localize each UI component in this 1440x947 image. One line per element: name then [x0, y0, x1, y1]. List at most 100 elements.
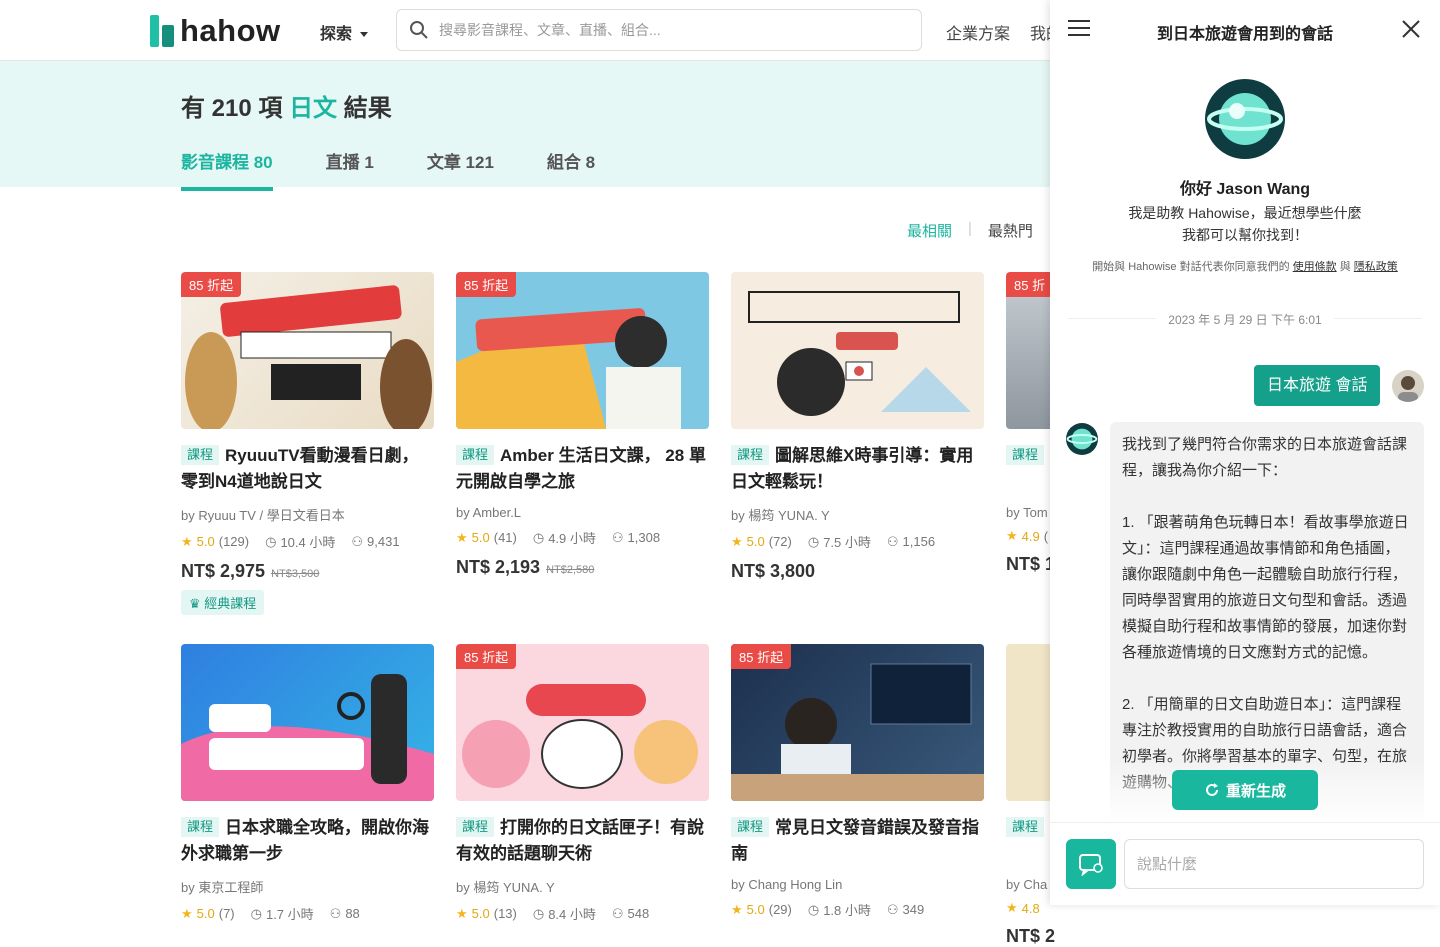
regenerate-button[interactable]: 重新生成 [1172, 770, 1318, 810]
course-rating: 5.0 [196, 906, 215, 921]
course-card[interactable]: 85 折起 課程 RyuuuTV看動漫看日劇，零到N4道地說日文 by Ryuuu… [181, 272, 434, 615]
classic-label: 經典課程 [204, 596, 257, 611]
price-original: NT$3,500 [271, 568, 320, 580]
course-thumbnail[interactable]: 85 折起 [456, 644, 709, 801]
star-icon: ★ [1006, 528, 1018, 543]
course-thumbnail[interactable] [181, 644, 434, 801]
terms-prefix: 開始與 Hahowise 對話代表你同意我們的 [1092, 261, 1290, 273]
course-rating: 5.0 [471, 530, 490, 545]
star-icon: ★ [181, 533, 193, 549]
course-title[interactable]: 課程 圖解思維X時事引導：實用日文輕鬆玩！ [731, 443, 984, 495]
course-students: 1,308 [627, 530, 661, 545]
course-title[interactable]: 課程 Amber 生活日文課， 28 單元開啟自學之旅 [456, 443, 709, 495]
course-hours: 8.4 小時 [548, 907, 596, 922]
classic-badge: ♛ 經典課程 [181, 590, 265, 615]
course-title[interactable]: 課程 打開你的日文話匣子！有說有效的話題聊天術 [456, 815, 709, 867]
discount-badge: 85 折 [1006, 272, 1054, 297]
clock-icon: ◷ [807, 533, 820, 549]
course-thumbnail[interactable]: 85 折起 [181, 272, 434, 429]
star-icon: ★ [1006, 900, 1018, 915]
chat-date: 2023 年 5 月 29 日 下午 6:01 [1050, 311, 1440, 328]
privacy-policy-link[interactable]: 隱私政策 [1354, 261, 1398, 273]
search-box[interactable] [396, 9, 922, 51]
course-thumbnail[interactable]: 85 折起 [731, 644, 984, 801]
sort-popular[interactable]: 最熱門 [988, 220, 1033, 241]
course-price: NT$ 2 [1006, 926, 1259, 947]
hahowise-avatar [1205, 79, 1285, 159]
course-rating: 5.0 [196, 534, 215, 549]
tab-live[interactable]: 直播 1 [326, 148, 374, 191]
thumbnail-illustration [748, 291, 971, 416]
price-original: NT$2,580 [546, 564, 595, 576]
course-students: 1,156 [902, 534, 936, 549]
course-type-tag: 課程 [456, 445, 495, 465]
course-type-tag: 課程 [731, 445, 770, 465]
course-type-tag: 課程 [731, 817, 770, 837]
course-card[interactable]: 課程 圖解思維X時事引導：實用日文輕鬆玩！ by 楊筠 YUNA. Y ★ 5.0(… [731, 272, 984, 582]
star-icon: ★ [731, 533, 743, 549]
results-heading: 有 210 項 日文 結果 [181, 88, 392, 123]
star-icon: ★ [181, 905, 193, 921]
course-title[interactable]: 課程 常見日文發音錯誤及發音指南 [731, 815, 984, 867]
course-card[interactable]: 85 折起 課程 打開你的日文話匣子！有說有效的話題聊天術 by 楊筠 YUNA.… [456, 644, 709, 923]
sort-relevant[interactable]: 最相關 [907, 220, 952, 241]
hahow-logo-mark [150, 15, 174, 47]
course-card[interactable]: 課程 日本求職全攻略，開啟你海外求職第一步 by 東京工程師 ★ 5.0 (7) ◷ 1… [181, 644, 434, 923]
students-icon: ⚇ [886, 901, 899, 917]
result-tabs: 影音課程 80 直播 1 文章 121 組合 8 [181, 148, 648, 191]
course-meta: ★ 5.0 (72) ◷ 7.5 小時 ⚇ 1,156 [731, 532, 984, 551]
terms-of-use-link[interactable]: 使用條款 [1293, 261, 1337, 273]
course-author: by Amber.L [456, 505, 522, 520]
tab-articles[interactable]: 文章 121 [427, 148, 494, 191]
hahow-logo[interactable]: hahow [150, 13, 281, 49]
star-icon: ★ [731, 901, 743, 917]
intro-line-2: 我都可以幫你找到！ [1182, 227, 1308, 243]
course-type-tag: 課程 [1006, 445, 1045, 465]
course-reviews: (41) [493, 530, 517, 545]
hahowise-chat-panel: 到日本旅遊會用到的會話 你好 Jason Wang 我是助教 Hahowise，… [1050, 0, 1440, 905]
discount-badge: 85 折起 [181, 272, 242, 297]
course-reviews: (7) [218, 906, 235, 921]
course-title[interactable]: 課程 RyuuuTV看動漫看日劇，零到N4道地說日文 [181, 443, 434, 495]
course-reviews: (29) [768, 902, 792, 917]
star-icon: ★ [456, 529, 468, 545]
students-icon: ⚇ [611, 529, 624, 545]
terms-and: 與 [1339, 261, 1351, 273]
course-type-tag: 課程 [181, 445, 220, 465]
chat-input[interactable] [1124, 839, 1424, 889]
course-rating: 4.8 [1021, 900, 1040, 916]
user-message: 日本旅遊 會話 [1254, 365, 1381, 406]
course-reviews: (72) [768, 534, 792, 549]
course-rating: 5.0 [471, 906, 490, 921]
explore-menu[interactable]: 探索 [320, 20, 369, 44]
students-icon: ⚇ [329, 905, 342, 921]
course-thumbnail[interactable]: 85 折起 [456, 272, 709, 429]
thumbnail-illustration [181, 674, 434, 801]
new-chat-button[interactable] [1066, 839, 1116, 889]
tab-bundles[interactable]: 組合 8 [547, 148, 595, 191]
course-card[interactable]: 85 折起 課程 常見日文發音錯誤及發音指南 by Chang Hong Lin … [731, 644, 984, 919]
search-input[interactable] [439, 22, 899, 38]
course-rating: 5.0 [746, 534, 765, 549]
course-card[interactable]: 85 折起 課程 Amber 生活日文課， 28 單元開啟自學之旅 by Ambe… [456, 272, 709, 578]
chat-input-bar [1050, 822, 1440, 905]
course-rating: 4.9 [1021, 528, 1040, 544]
intro-line-1: 我是助教 Hahowise，最近想學些什麼 [1128, 205, 1362, 221]
students-icon: ⚇ [611, 905, 624, 921]
bot-message-paragraph: 1. 「跟著萌角色玩轉日本！看故事學旅遊日文」：這門課程通過故事情節和角色插圖，… [1122, 514, 1409, 661]
course-students: 9,431 [367, 534, 400, 549]
chat-bubble-icon [1079, 854, 1103, 876]
course-meta: ★ 5.0 (29) ◷ 1.8 小時 ⚇ 349 [731, 900, 984, 919]
bot-avatar [1066, 423, 1098, 455]
course-thumbnail[interactable] [731, 272, 984, 429]
clock-icon: ◷ [532, 905, 545, 921]
explore-label: 探索 [320, 26, 353, 43]
tab-courses[interactable]: 影音課程 80 [181, 148, 273, 191]
close-icon[interactable] [1400, 18, 1422, 40]
assistant-intro: 我是助教 Hahowise，最近想學些什麼 我都可以幫你找到！ [1050, 202, 1440, 246]
nav-enterprise[interactable]: 企業方案 [946, 20, 1010, 44]
regenerate-label: 重新生成 [1225, 782, 1286, 800]
students-icon: ⚇ [886, 533, 899, 549]
course-title[interactable]: 課程 日本求職全攻略，開啟你海外求職第一步 [181, 815, 434, 867]
course-price: NT$ 3,800 [731, 561, 984, 582]
